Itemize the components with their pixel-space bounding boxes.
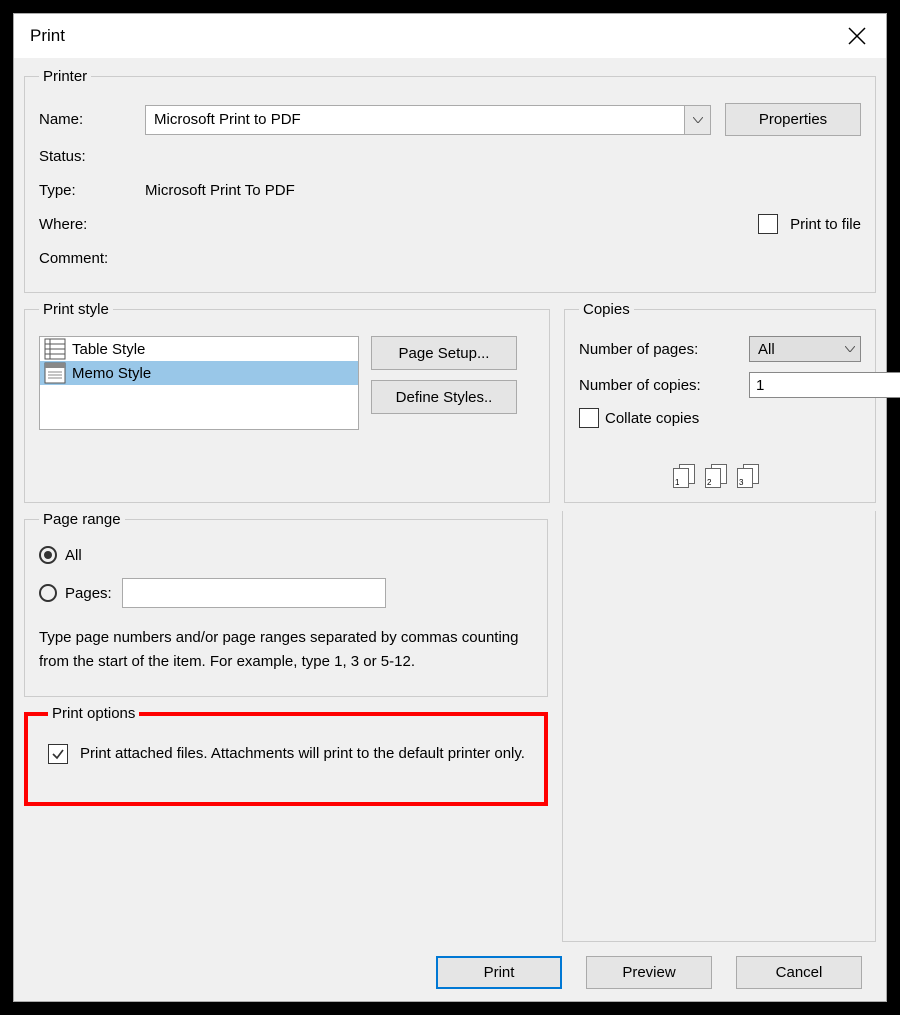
- print-options-legend: Print options: [48, 705, 139, 722]
- copies-fieldset: Copies Number of pages: All Number of co…: [564, 301, 876, 503]
- num-pages-label: Number of pages:: [579, 341, 749, 358]
- num-copies-label: Number of copies:: [579, 377, 749, 394]
- print-to-file-label: Print to file: [790, 216, 861, 233]
- num-copies-input[interactable]: [749, 372, 900, 398]
- print-dialog: Print Printer Name: Microsoft Print to P…: [13, 13, 887, 1002]
- collate-copies-label: Collate copies: [605, 410, 699, 427]
- print-attached-files-checkbox[interactable]: [48, 744, 68, 764]
- define-styles-button[interactable]: Define Styles..: [371, 380, 517, 414]
- print-style-list[interactable]: Table Style Memo Style: [39, 336, 359, 430]
- type-label: Type:: [39, 182, 145, 199]
- print-attached-files-label: Print attached files. Attachments will p…: [80, 742, 525, 766]
- collate-illustration: 1 1 2 2 3 3: [579, 464, 861, 488]
- page-range-pages-radio[interactable]: [39, 584, 57, 602]
- titlebar: Print: [14, 14, 886, 58]
- print-options-fieldset: Print options Print attached files. Atta…: [24, 705, 548, 806]
- printer-dropdown-button[interactable]: [684, 106, 710, 134]
- style-item-label: Table Style: [72, 341, 145, 358]
- printer-fieldset: Printer Name: Microsoft Print to PDF Pro…: [24, 68, 876, 293]
- collate-copies-checkbox[interactable]: [579, 408, 599, 428]
- page-range-all-label: All: [65, 547, 82, 564]
- status-label: Status:: [39, 148, 145, 165]
- properties-button[interactable]: Properties: [725, 103, 861, 136]
- printer-legend: Printer: [39, 68, 91, 85]
- page-range-fieldset: Page range All Pages: Type page numbers …: [24, 511, 548, 697]
- action-row: Print Preview Cancel: [24, 942, 876, 995]
- style-item-memo[interactable]: Memo Style: [40, 361, 358, 385]
- name-label: Name:: [39, 111, 145, 128]
- comment-label: Comment:: [39, 250, 145, 267]
- style-item-table[interactable]: Table Style: [40, 337, 358, 361]
- num-copies-spinner[interactable]: [749, 372, 861, 398]
- print-button[interactable]: Print: [436, 956, 562, 989]
- close-button[interactable]: [842, 23, 872, 49]
- page-range-all-radio[interactable]: [39, 546, 57, 564]
- page-range-legend: Page range: [39, 511, 125, 528]
- page-range-pages-input[interactable]: [122, 578, 386, 608]
- page-range-pages-label: Pages:: [65, 585, 112, 602]
- dialog-title: Print: [30, 26, 65, 46]
- preview-button[interactable]: Preview: [586, 956, 712, 989]
- page-range-hint: Type page numbers and/or page ranges sep…: [39, 622, 533, 678]
- where-label: Where:: [39, 216, 145, 233]
- chevron-down-icon[interactable]: [840, 346, 860, 352]
- cancel-button[interactable]: Cancel: [736, 956, 862, 989]
- page-setup-button[interactable]: Page Setup...: [371, 336, 517, 370]
- dialog-body: Printer Name: Microsoft Print to PDF Pro…: [14, 58, 886, 1001]
- type-value: Microsoft Print To PDF: [145, 182, 295, 199]
- printer-name-value: Microsoft Print to PDF: [146, 111, 684, 128]
- num-pages-value: All: [750, 341, 840, 358]
- print-to-file-checkbox[interactable]: [758, 214, 778, 234]
- num-pages-select[interactable]: All: [749, 336, 861, 362]
- print-style-legend: Print style: [39, 301, 113, 318]
- copies-fieldset-extension: [562, 511, 876, 942]
- copies-legend: Copies: [579, 301, 634, 318]
- style-item-label: Memo Style: [72, 365, 151, 382]
- printer-name-select[interactable]: Microsoft Print to PDF: [145, 105, 711, 135]
- print-style-fieldset: Print style Table Style Memo Style P: [24, 301, 550, 503]
